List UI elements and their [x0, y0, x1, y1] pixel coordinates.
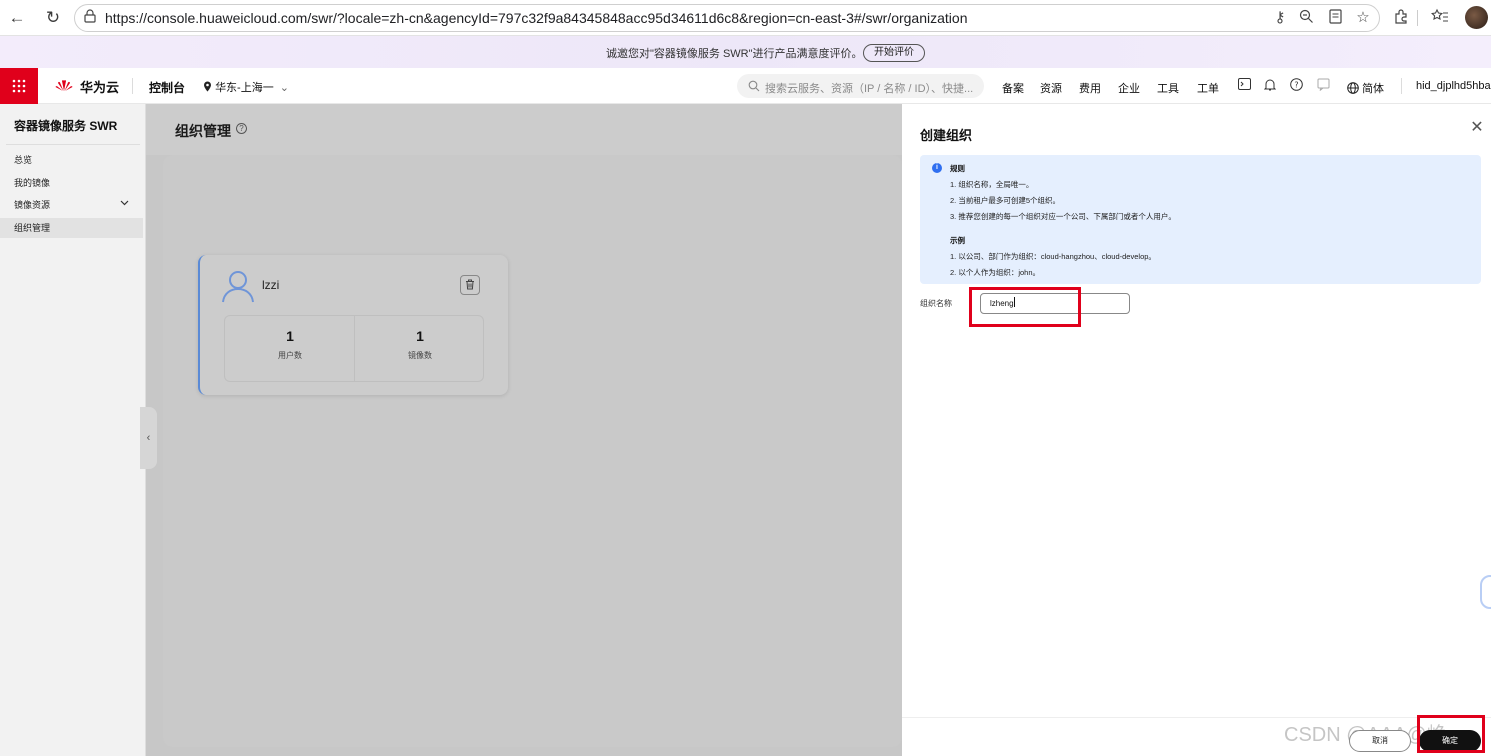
nav-divider: [132, 78, 133, 94]
reader-icon[interactable]: [1326, 9, 1344, 27]
toolbar-divider: [1417, 10, 1418, 26]
highlight-box: [969, 287, 1081, 327]
example-text: 2. 以个人作为组织：john。: [950, 268, 1041, 277]
images-stat: 1 镜像数: [355, 328, 485, 361]
organization-card[interactable]: lzzi 1 用户数 1 镜像数: [198, 255, 508, 395]
service-sidebar: 容器镜像服务 SWR 总览 我的镜像 镜像资源 组织管理: [0, 104, 146, 756]
examples-title: 示例: [950, 236, 965, 245]
images-count: 1: [416, 328, 424, 344]
chevron-left-icon: ‹: [146, 432, 151, 444]
trash-icon: [466, 279, 474, 290]
browser-toolbar: ← ↻ https://console.huaweicloud.com/swr/…: [0, 0, 1491, 36]
nav-divider: [1401, 78, 1402, 94]
svg-text:?: ?: [1294, 80, 1298, 89]
sidebar-item-label: 镜像资源: [14, 200, 51, 210]
cancel-button[interactable]: 取消: [1349, 730, 1411, 752]
language-label: 简体: [1362, 83, 1385, 95]
search-placeholder: 搜索云服务、资源（IP / 名称 / ID）、快捷...: [765, 83, 974, 95]
drawer-title: 创建组织: [920, 128, 973, 143]
nav-item-tools[interactable]: 工具: [1157, 80, 1179, 96]
nav-item-enterprise[interactable]: 企业: [1118, 80, 1140, 96]
region-label: 华东-上海一: [215, 82, 274, 94]
nav-item-tickets[interactable]: 工单: [1197, 80, 1219, 96]
content-area: lzzi 1 用户数 1 镜像数: [163, 155, 902, 747]
floating-assistant-tab[interactable]: [1480, 575, 1491, 609]
profile-avatar[interactable]: [1465, 6, 1488, 29]
nav-item-billing[interactable]: 费用: [1079, 80, 1101, 96]
drawer-footer: CSDN @AAA@峥 取消 确定: [902, 715, 1491, 756]
cloud-shell-icon[interactable]: [1236, 78, 1252, 94]
page-header: 组织管理 ?: [146, 104, 902, 155]
huawei-logo-icon: [54, 78, 74, 94]
favorites-icon[interactable]: [1430, 8, 1450, 28]
grid-icon: [12, 79, 26, 93]
users-label: 用户数: [278, 351, 302, 360]
rules-info-box: i 规则 1. 组织名称，全局唯一。 2. 当前租户最多可创建5个组织。 3. …: [920, 155, 1481, 284]
url-text: https://console.huaweicloud.com/swr/?loc…: [105, 10, 968, 26]
rule-text: 3. 推荐您创建的每一个组织对应一个公司、下属部门或者个人用户。: [950, 212, 1176, 221]
help-icon[interactable]: ?: [236, 123, 247, 134]
nav-item-filing[interactable]: 备案: [1002, 80, 1024, 96]
start-survey-button[interactable]: 开始评价: [863, 44, 925, 62]
region-selector[interactable]: 华东-上海一 ⌄: [203, 79, 289, 95]
site-info-icon[interactable]: [81, 9, 99, 27]
sidebar-item-my-images[interactable]: 我的镜像: [0, 173, 143, 193]
zoom-icon[interactable]: [1297, 9, 1315, 27]
language-selector[interactable]: 简体: [1347, 80, 1384, 96]
create-organization-drawer: 创建组织 ✕ i 规则 1. 组织名称，全局唯一。 2. 当前租户最多可创建5个…: [902, 104, 1491, 756]
page-title: 组织管理: [175, 123, 231, 139]
rule-text: 1. 组织名称，全局唯一。: [950, 180, 1034, 189]
main-content: 组织管理 ? lzzi 1 用户数 1 镜像数 ‹: [140, 104, 902, 756]
images-label: 镜像数: [408, 351, 432, 360]
user-avatar-icon: [220, 268, 256, 304]
bell-icon[interactable]: [1262, 78, 1278, 94]
user-account-menu[interactable]: hid_djplhd5hbac: [1416, 80, 1491, 92]
rule-text: 2. 当前租户最多可创建5个组织。: [950, 196, 1061, 205]
extensions-icon[interactable]: [1391, 8, 1411, 28]
example-text: 1. 以公司、部门作为组织：cloud-hangzhou、cloud-devel…: [950, 252, 1156, 261]
sidebar-collapse-handle[interactable]: ‹: [140, 407, 157, 469]
help-icon[interactable]: ?: [1288, 78, 1304, 94]
survey-banner: 诚邀您对"容器镜像服务 SWR"进行产品满意度评价。 开始评价: [0, 36, 1491, 68]
star-icon[interactable]: ☆: [1354, 9, 1372, 27]
rules-title: 规则: [950, 164, 965, 173]
address-bar[interactable]: https://console.huaweicloud.com/swr/?loc…: [74, 4, 1380, 32]
nav-item-resources[interactable]: 资源: [1040, 80, 1062, 96]
users-stat: 1 用户数: [225, 328, 355, 361]
sidebar-item-image-resources[interactable]: 镜像资源: [0, 195, 143, 215]
global-search-input[interactable]: 搜索云服务、资源（IP / 名称 / ID）、快捷...: [737, 74, 984, 98]
sidebar-divider: [6, 144, 140, 145]
organization-name[interactable]: lzzi: [262, 278, 279, 292]
survey-text: 诚邀您对"容器镜像服务 SWR"进行产品满意度评价。: [606, 48, 863, 60]
chevron-down-icon: ⌄: [279, 82, 290, 94]
organization-stats: 1 用户数 1 镜像数: [224, 315, 484, 382]
sidebar-item-overview[interactable]: 总览: [0, 150, 143, 170]
info-icon: i: [932, 163, 942, 173]
huawei-cloud-logo[interactable]: 华为云: [54, 77, 119, 95]
logo-text: 华为云: [80, 79, 120, 95]
sidebar-title: 容器镜像服务 SWR: [14, 119, 118, 133]
location-pin-icon: [203, 81, 215, 94]
highlight-box: [1417, 715, 1485, 753]
sidebar-item-organization[interactable]: 组织管理: [0, 218, 143, 238]
organization-name-label: 组织名称: [920, 299, 952, 308]
feedback-icon[interactable]: [1315, 78, 1331, 94]
key-icon[interactable]: ⚷: [1271, 9, 1289, 27]
reload-icon[interactable]: ↻: [43, 8, 63, 28]
back-icon[interactable]: ←: [7, 8, 27, 28]
chevron-down-icon: [120, 195, 129, 215]
search-icon: [748, 79, 760, 97]
users-count: 1: [286, 328, 294, 344]
top-navigation: 华为云 控制台 华东-上海一 ⌄ 搜索云服务、资源（IP / 名称 / ID）、…: [0, 68, 1491, 104]
delete-organization-button[interactable]: [460, 275, 480, 295]
globe-icon: [1347, 82, 1362, 95]
close-icon[interactable]: ✕: [1468, 119, 1486, 137]
service-grid-button[interactable]: [0, 68, 38, 104]
console-link[interactable]: 控制台: [149, 79, 185, 96]
